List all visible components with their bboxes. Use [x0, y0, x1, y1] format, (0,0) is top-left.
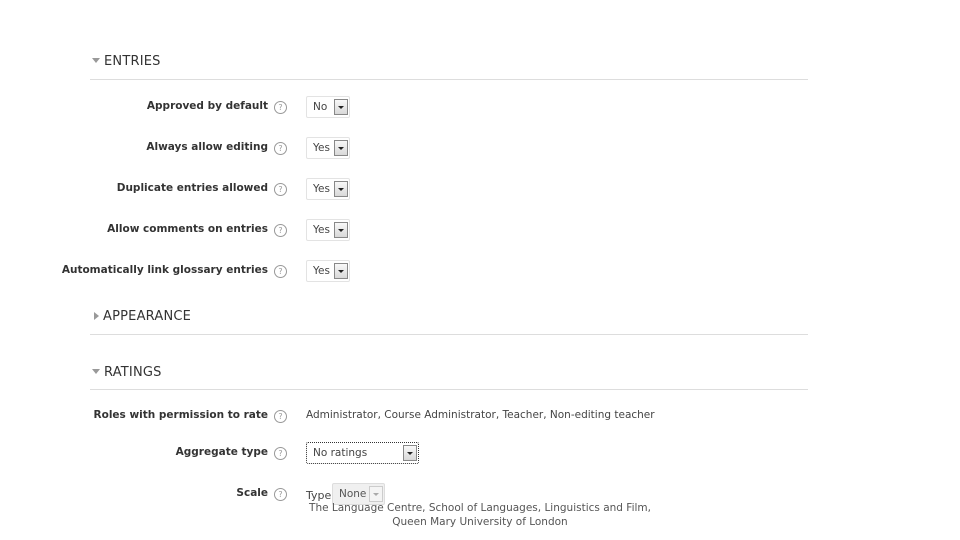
section-entries-header[interactable]: ENTRIES	[92, 54, 161, 69]
help-icon[interactable]: ?	[274, 142, 287, 155]
section-title: RATINGS	[104, 365, 162, 380]
field-aggregate-type: Aggregate type ? No ratings	[80, 442, 780, 466]
field-allow-comments: Allow comments on entries ? Yes	[80, 219, 780, 243]
help-icon[interactable]: ?	[274, 183, 287, 196]
field-label: Approved by default	[146, 100, 268, 112]
collapse-triangle-icon	[92, 58, 100, 63]
collapse-triangle-icon	[92, 369, 100, 374]
section-title: ENTRIES	[104, 54, 161, 69]
help-icon[interactable]: ?	[274, 447, 287, 460]
field-label: Aggregate type	[175, 446, 268, 458]
chevron-down-icon	[369, 486, 383, 502]
divider	[90, 79, 808, 80]
field-label: Allow comments on entries	[107, 223, 268, 235]
chevron-down-icon	[334, 263, 348, 279]
field-duplicate-entries: Duplicate entries allowed ? Yes	[80, 178, 780, 202]
help-icon[interactable]: ?	[274, 265, 287, 278]
help-icon[interactable]: ?	[274, 101, 287, 114]
help-icon[interactable]: ?	[274, 224, 287, 237]
aggregate-type-select[interactable]: No ratings	[306, 442, 419, 464]
footer-line-1: The Language Centre, School of Languages…	[309, 502, 651, 514]
section-ratings-header[interactable]: RATINGS	[92, 365, 162, 380]
chevron-down-icon	[334, 140, 348, 156]
field-label: Automatically link glossary entries	[61, 264, 268, 276]
chevron-down-icon	[334, 181, 348, 197]
roles-value: Administrator, Course Administrator, Tea…	[306, 409, 655, 421]
field-label: Always allow editing	[146, 141, 268, 153]
duplicate-entries-select[interactable]: Yes	[306, 178, 350, 200]
help-icon[interactable]: ?	[274, 410, 287, 423]
allow-comments-select[interactable]: Yes	[306, 219, 350, 241]
approved-by-default-select[interactable]: No	[306, 96, 350, 118]
scale-type-label: Type	[306, 489, 332, 502]
help-icon[interactable]: ?	[274, 488, 287, 501]
field-label: Scale	[236, 487, 268, 499]
section-appearance-header[interactable]: APPEARANCE	[92, 309, 191, 324]
field-roles-permission: Roles with permission to rate ? Administ…	[80, 405, 780, 429]
always-allow-editing-select[interactable]: Yes	[306, 137, 350, 159]
field-label: Duplicate entries allowed	[116, 182, 268, 194]
auto-link-select[interactable]: Yes	[306, 260, 350, 282]
chevron-down-icon	[334, 222, 348, 238]
field-approved-by-default: Approved by default ? No	[80, 96, 780, 120]
divider	[90, 389, 808, 390]
chevron-down-icon	[334, 99, 348, 115]
field-label: Roles with permission to rate	[93, 409, 268, 421]
chevron-down-icon	[403, 445, 417, 461]
expand-triangle-icon	[94, 311, 99, 320]
footer-line-2: Queen Mary University of London	[392, 516, 568, 528]
field-auto-link: Automatically link glossary entries ? Ye…	[62, 260, 780, 284]
divider	[90, 334, 808, 335]
field-always-allow-editing: Always allow editing ? Yes	[80, 137, 780, 161]
section-title: APPEARANCE	[103, 309, 192, 324]
